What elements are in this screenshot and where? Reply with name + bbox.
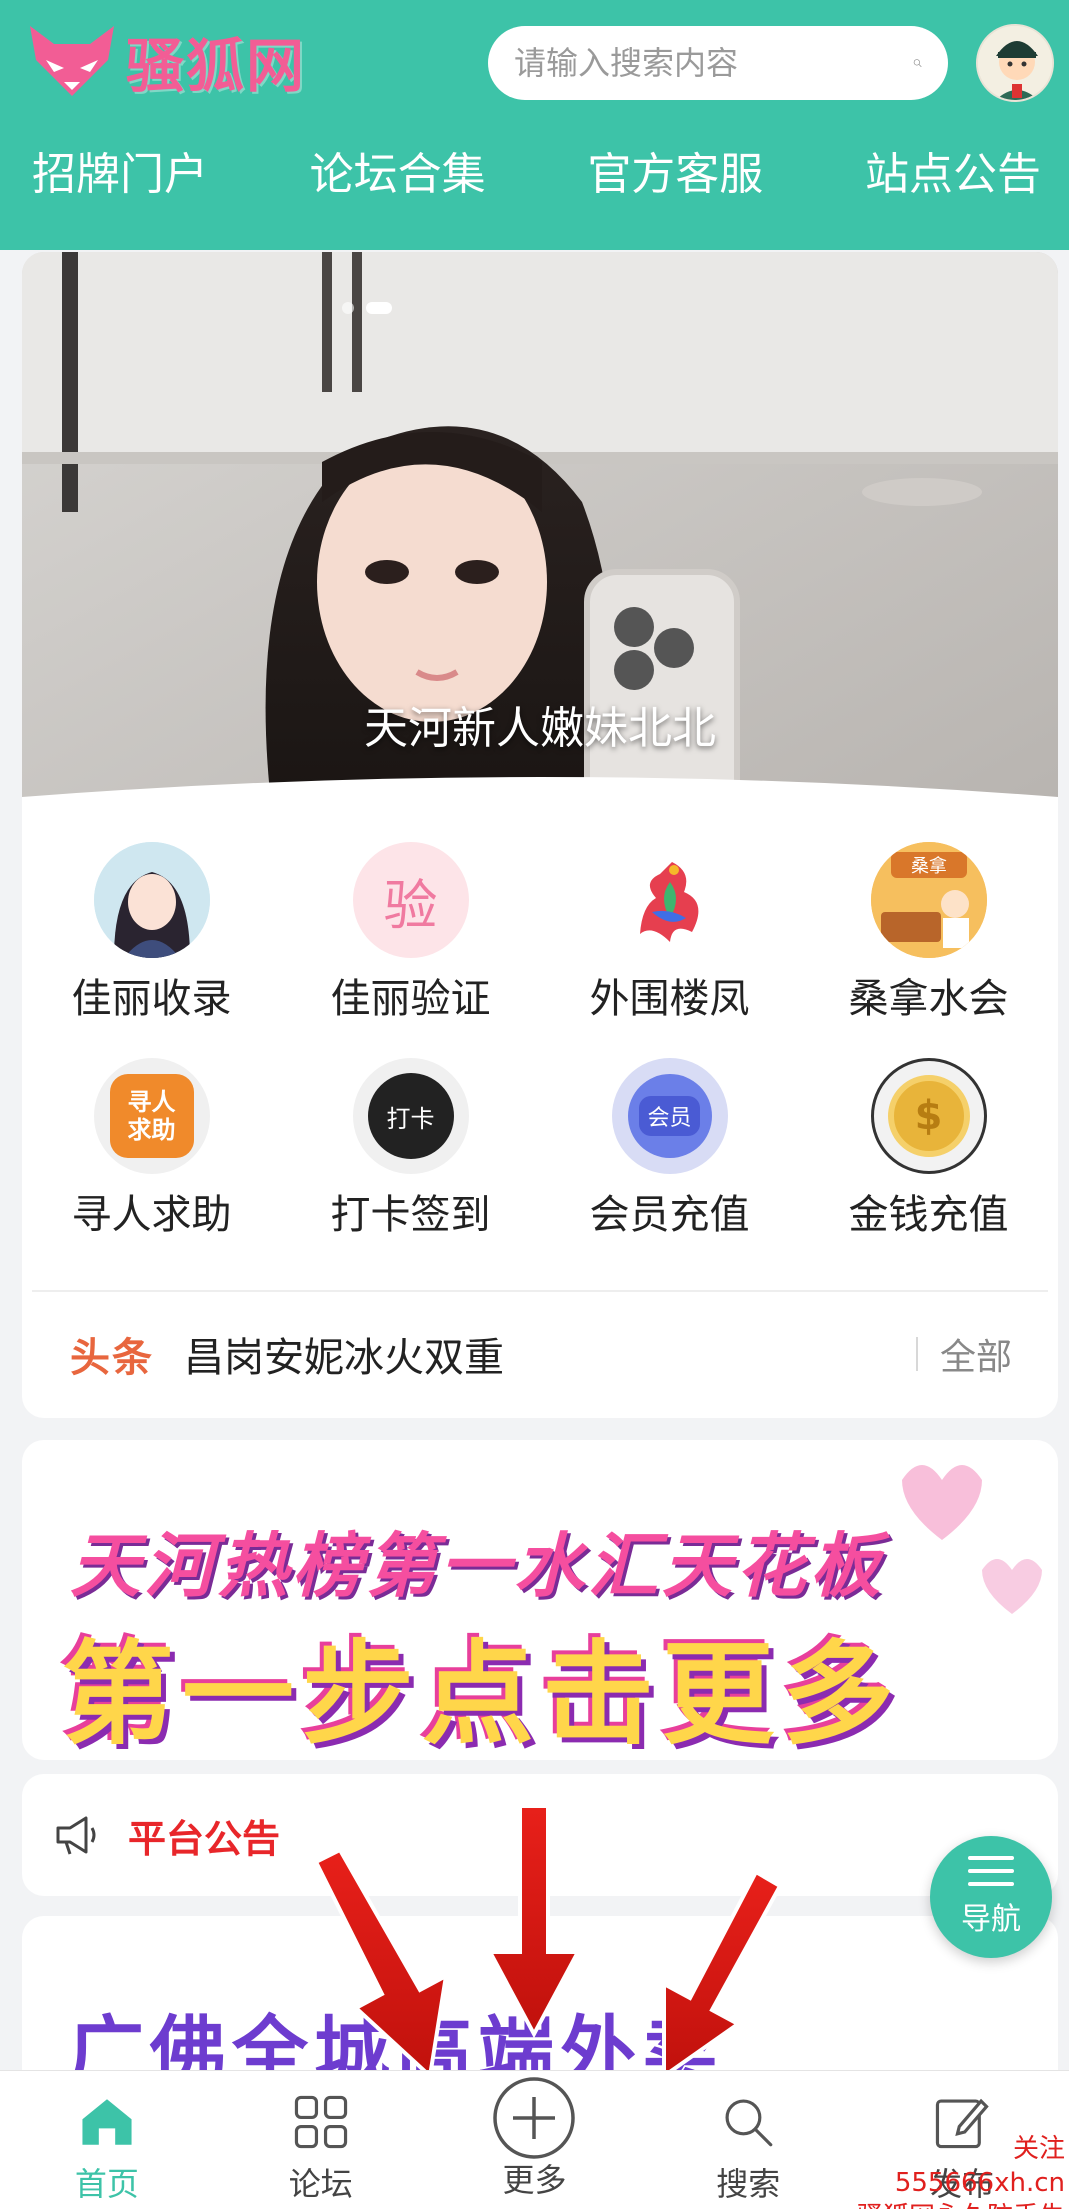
nav-tab-support[interactable]: 官方客服 — [587, 140, 763, 210]
member-icon-text: 会员 — [639, 1096, 700, 1136]
nav-tab-forums[interactable]: 论坛合集 — [310, 140, 486, 210]
grid-icon — [288, 2089, 354, 2155]
search-icon — [715, 2089, 781, 2155]
logo-text: 骚狐网 — [126, 32, 307, 100]
category-label: 外围楼凤 — [589, 976, 750, 1022]
fab-label: 导航 — [961, 1902, 1021, 1937]
site-logo[interactable]: 骚狐网 — [24, 16, 306, 106]
checkin-icon-text: 打卡 — [386, 1104, 435, 1133]
category-item-coins[interactable]: $ 金钱充值 — [799, 1058, 1058, 1240]
promo-instruction: 第一步点击更多 — [62, 1630, 902, 1760]
category-label: 桑拿水会 — [848, 976, 1009, 1022]
category-item-escort[interactable]: 外围楼凤 — [540, 842, 799, 1024]
category-label: 打卡签到 — [330, 1192, 491, 1238]
carousel-dot[interactable] — [342, 302, 354, 314]
headline-separator — [915, 1337, 918, 1371]
bottom-nav-label: 论坛 — [288, 2165, 353, 2203]
watermark-line1: 关注555666xh.cn — [894, 2134, 1065, 2198]
headline-all-link[interactable]: 全部 — [940, 1328, 1012, 1380]
category-item-checkin[interactable]: 打卡 打卡签到 — [281, 1058, 540, 1240]
sauna-icon: 桑拿 — [870, 842, 987, 958]
category-item-verify[interactable]: 验 佳丽验证 — [281, 842, 540, 1024]
coin-icon-text: $ — [914, 1093, 943, 1139]
watermark: 关注555666xh.cn 骚狐网永久防丢失 — [850, 2132, 1065, 2209]
search-person-icon-text: 寻人求助 — [127, 1088, 176, 1144]
notice-bar[interactable]: 平台公告 — [22, 1774, 1058, 1896]
banner-carousel[interactable]: 天河新人嫩妹北北 — [22, 252, 1058, 812]
category-item-listings[interactable]: 佳丽收录 — [22, 842, 281, 1024]
app-root: 骚狐网 招牌门户 论坛合集 官方客服 — [0, 0, 1069, 2209]
category-item-membership[interactable]: 会员 会员充值 — [540, 1058, 799, 1240]
category-label: 佳丽收录 — [71, 976, 232, 1022]
bottom-nav-label: 更多 — [502, 2161, 567, 2199]
nav-tab-portal[interactable]: 招牌门户 — [32, 140, 208, 210]
banner-caption: 天河新人嫩妹北北 — [364, 703, 716, 754]
bottom-nav-forum[interactable]: 论坛 — [214, 2071, 428, 2209]
nav-tab-announcements[interactable]: 站点公告 — [865, 140, 1041, 210]
promo-title: 天河热榜第一水汇天花板 — [70, 1525, 884, 1607]
bottom-nav-search[interactable]: 搜索 — [641, 2071, 855, 2209]
verify-icon: 验 — [352, 842, 469, 958]
checkin-icon: 打卡 — [352, 1058, 469, 1174]
bottom-nav-label: 首页 — [74, 2165, 139, 2203]
sauna-icon-text: 桑拿 — [911, 855, 947, 877]
user-avatar[interactable] — [976, 24, 1054, 102]
avatar-icon — [978, 26, 1052, 100]
bottom-nav-home[interactable]: 首页 — [0, 2071, 214, 2209]
category-item-sauna[interactable]: 桑拿 桑拿水会 — [799, 842, 1058, 1024]
main-card: 天河新人嫩妹北北 佳丽收录 验 佳丽验证 外围楼凤 桑拿 桑拿水会 寻人求助 寻… — [22, 252, 1058, 1418]
headline-bar[interactable]: 头条 昌岗安妮冰火双重 全部 — [22, 1314, 1058, 1394]
watermark-line2: 骚狐网永久防丢失 — [850, 2200, 1065, 2209]
navigation-fab[interactable]: 导航 — [930, 1836, 1052, 1958]
bottom-nav-label: 搜索 — [716, 2165, 781, 2203]
notice-title: 平台公告 — [128, 1816, 281, 1861]
girl-avatar-icon — [93, 842, 210, 958]
category-label: 金钱充值 — [848, 1192, 1009, 1238]
megaphone-icon — [56, 1816, 96, 1855]
verify-icon-text: 验 — [383, 873, 438, 937]
top-nav: 招牌门户 论坛合集 官方客服 站点公告 — [0, 140, 1069, 210]
search-box[interactable] — [488, 26, 948, 100]
divider — [32, 1290, 1048, 1292]
plus-circle-icon — [491, 2075, 577, 2161]
menu-icon — [968, 1856, 1014, 1886]
carousel-dots — [342, 302, 392, 314]
carousel-dot-active[interactable] — [366, 302, 392, 314]
search-person-icon: 寻人求助 — [93, 1058, 210, 1174]
phoenix-icon — [611, 842, 728, 958]
headline-tag: 头条 — [70, 1335, 154, 1381]
category-label: 佳丽验证 — [330, 976, 491, 1022]
search-input[interactable] — [514, 44, 913, 82]
search-icon[interactable] — [913, 42, 922, 84]
top-bar: 骚狐网 招牌门户 论坛合集 官方客服 — [0, 0, 1069, 250]
category-item-help[interactable]: 寻人求助 寻人求助 — [22, 1058, 281, 1240]
coin-icon: $ — [870, 1058, 987, 1174]
headline-text[interactable]: 昌岗安妮冰火双重 — [184, 1325, 916, 1383]
member-icon: 会员 — [611, 1058, 728, 1174]
category-label: 寻人求助 — [71, 1192, 232, 1238]
fox-logo-icon — [30, 26, 114, 96]
home-icon — [74, 2089, 140, 2155]
bottom-nav-more[interactable]: 更多 — [428, 2071, 642, 2209]
category-label: 会员充值 — [589, 1192, 750, 1238]
